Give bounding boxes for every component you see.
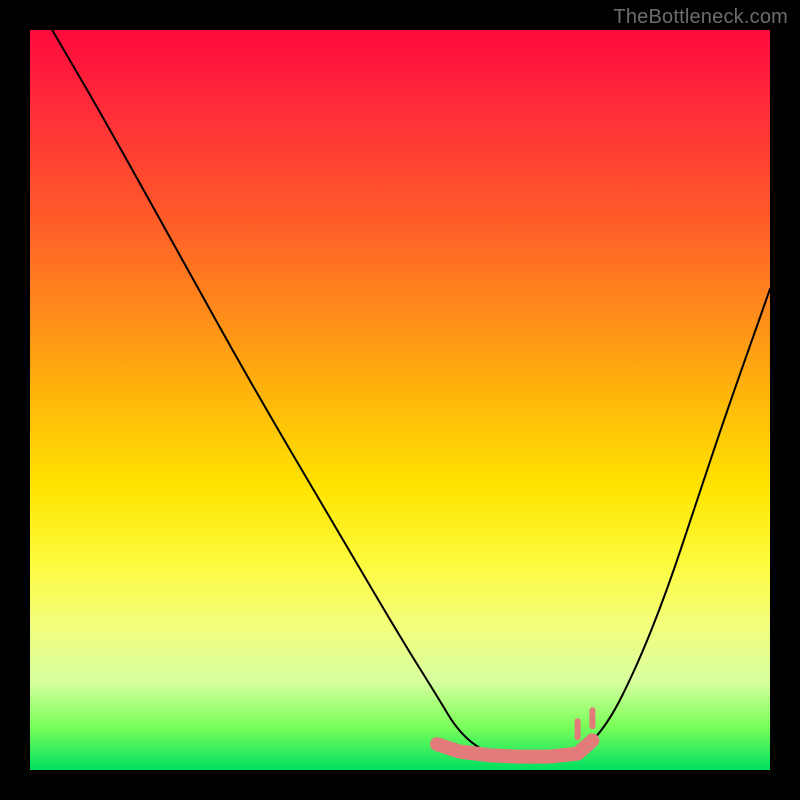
chart-overlay [30,30,770,770]
watermark-text: TheBottleneck.com [613,6,788,29]
valley-tick-marks [578,710,593,737]
valley-accent-segment [437,740,592,756]
outer-frame: TheBottleneck.com [0,0,800,800]
bottleneck-curve [52,30,770,763]
